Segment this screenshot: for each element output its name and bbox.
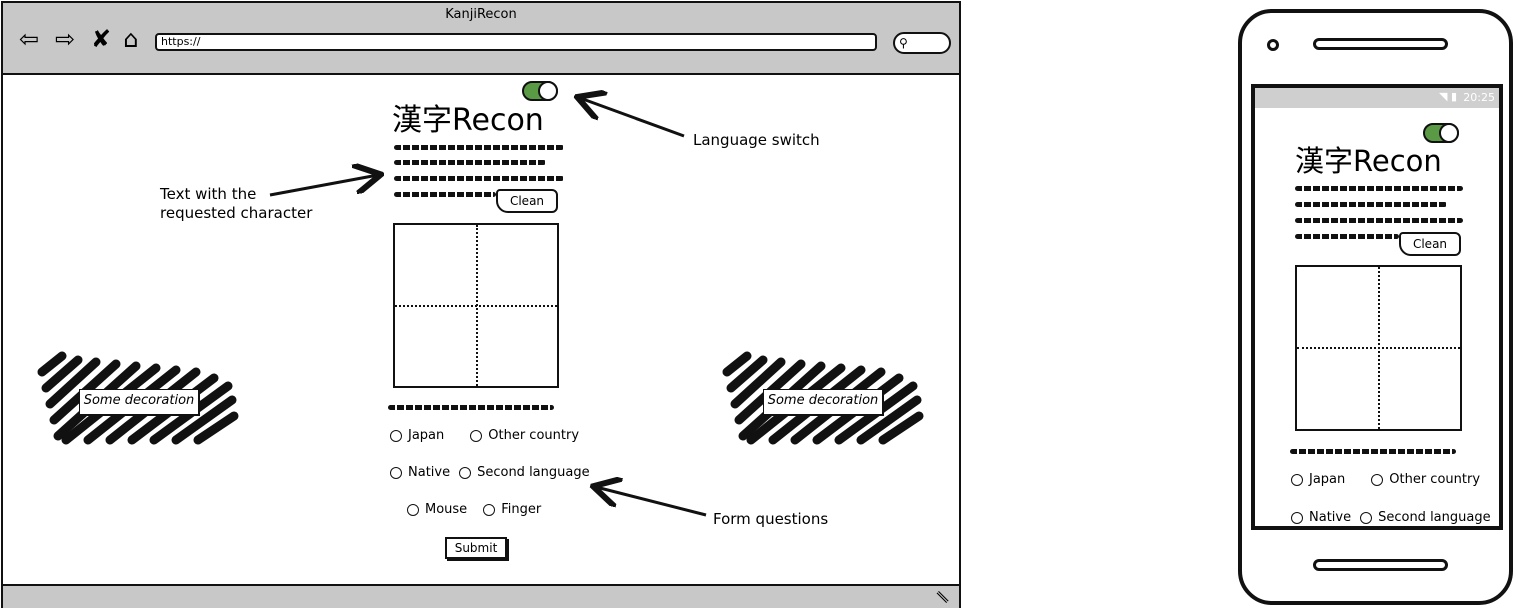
option-second-language[interactable]: Second language — [1360, 510, 1491, 525]
phone-statusbar: ◥ ▮ 20:25 — [1255, 88, 1499, 108]
phone-screen: ◥ ▮ 20:25 漢字Recon Clean Japan Other coun… — [1251, 84, 1503, 530]
phone-camera-icon — [1267, 39, 1279, 51]
text-scribble — [1295, 218, 1463, 223]
arrow-language-switch — [580, 98, 685, 138]
phone-app-logo: 漢字Recon — [1295, 144, 1442, 178]
radio-icon[interactable] — [1360, 511, 1373, 524]
canvas-guide-horizontal — [1297, 347, 1460, 349]
arrow-text-requested — [269, 175, 378, 197]
phone-time: 20:25 — [1463, 91, 1495, 104]
decoration-label-right: Some decoration — [763, 389, 883, 415]
phone-country-question: Japan Other country — [1291, 472, 1480, 487]
arrow-form-questions — [596, 487, 707, 517]
toggle-knob — [1439, 123, 1459, 143]
radio-icon[interactable] — [1371, 473, 1384, 486]
option-native[interactable]: Native — [1291, 510, 1351, 525]
phone-drawing-canvas[interactable] — [1295, 265, 1462, 431]
phone-clean-button[interactable]: Clean — [1399, 232, 1461, 256]
text-scribble — [1295, 186, 1463, 191]
phone-language-question: Native Second language — [1291, 510, 1491, 525]
signal-battery-icon: ◥ ▮ — [1438, 90, 1457, 103]
option-other-country[interactable]: Other country — [1371, 472, 1480, 487]
radio-icon[interactable] — [1291, 511, 1303, 524]
phone-speaker — [1313, 38, 1448, 50]
question-scribble — [1290, 449, 1456, 454]
text-scribble — [1295, 202, 1447, 207]
radio-icon[interactable] — [1291, 473, 1303, 486]
text-scribble — [1295, 234, 1399, 239]
phone-language-toggle[interactable] — [1423, 123, 1459, 143]
decoration-label-left: Some decoration — [79, 389, 199, 415]
option-japan[interactable]: Japan — [1291, 472, 1345, 487]
phone-home-button[interactable] — [1313, 559, 1448, 571]
